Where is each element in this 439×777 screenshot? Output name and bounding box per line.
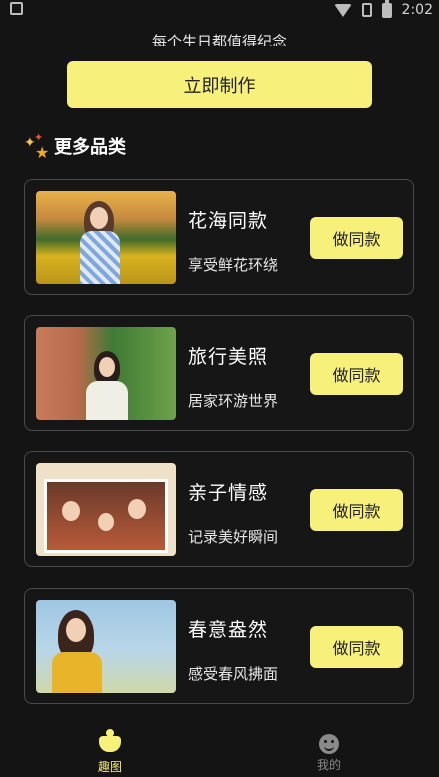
notification-icon xyxy=(10,2,23,15)
sim-icon xyxy=(361,3,372,17)
home-icon xyxy=(99,729,121,756)
section-header: ✦ ★ ✦ 更多品类 xyxy=(22,130,126,162)
card-thumbnail xyxy=(36,600,176,693)
card-desc: 居家环游世界 xyxy=(188,392,279,410)
make-same-button[interactable]: 做同款 xyxy=(310,353,403,395)
section-title: 更多品类 xyxy=(54,137,126,158)
app-screen: 2:02 每个生日都值得纪念 立即制作 ✦ ★ ✦ 更多品类 花海同款 享受鲜花环绕… xyxy=(0,0,439,777)
status-time: 2:02 xyxy=(401,2,433,18)
nav-item-home[interactable]: 趣图 xyxy=(80,729,140,775)
category-card-spring[interactable]: 春意盎然 感受春风拂面 做同款 xyxy=(24,588,414,704)
nav-label: 趣图 xyxy=(97,760,122,774)
make-same-button[interactable]: 做同款 xyxy=(310,217,403,259)
header-subtitle: 每个生日都值得纪念 xyxy=(151,33,287,46)
card-desc: 享受鲜花环绕 xyxy=(188,256,279,274)
make-same-button[interactable]: 做同款 xyxy=(310,489,403,531)
card-thumbnail xyxy=(36,463,176,556)
make-same-button[interactable]: 做同款 xyxy=(310,626,403,668)
status-bar: 2:02 xyxy=(0,0,439,22)
card-desc: 感受春风拂面 xyxy=(188,665,279,683)
battery-icon xyxy=(381,0,392,18)
card-thumbnail xyxy=(36,327,176,420)
card-desc: 记录美好瞬间 xyxy=(188,528,279,546)
status-icons: 2:02 xyxy=(333,0,433,20)
smiley-icon xyxy=(318,734,340,754)
category-card-family[interactable]: 亲子情感 记录美好瞬间 做同款 xyxy=(24,451,414,567)
category-card-flower[interactable]: 花海同款 享受鲜花环绕 做同款 xyxy=(24,179,414,295)
card-title: 春意盎然 xyxy=(188,619,269,641)
card-title: 花海同款 xyxy=(188,210,269,232)
card-thumbnail xyxy=(36,191,176,284)
category-card-travel[interactable]: 旅行美照 居家环游世界 做同款 xyxy=(24,315,414,431)
sparkle-icon: ✦ ★ ✦ xyxy=(24,131,50,162)
nav-label: 我的 xyxy=(316,758,341,772)
card-title: 旅行美照 xyxy=(188,346,269,368)
make-now-button[interactable]: 立即制作 xyxy=(67,61,372,108)
wifi-icon xyxy=(333,3,352,17)
bottom-nav: 趣图 我的 xyxy=(0,729,439,777)
card-title: 亲子情感 xyxy=(188,482,269,504)
nav-item-profile[interactable]: 我的 xyxy=(299,734,359,773)
